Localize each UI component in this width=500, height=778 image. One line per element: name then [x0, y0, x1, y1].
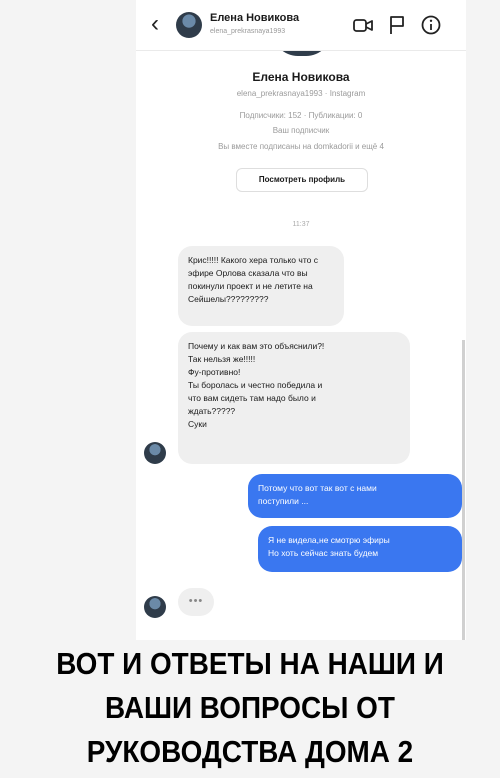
typing-indicator: ••• — [178, 588, 214, 616]
outgoing-message[interactable]: Я не видела,не смотрю эфиры Но хоть сейч… — [258, 526, 462, 572]
message-line: Но хоть сейчас знать будем — [268, 548, 379, 558]
message-line: что вам сидеть там надо было и — [188, 393, 316, 403]
incoming-message[interactable]: Крис!!!!! Какого хера только что с эфире… — [178, 246, 344, 326]
message-line: покинули проект и не летите на — [188, 281, 313, 291]
message-line: Сейшелы????????? — [188, 294, 269, 304]
profile-mutual: Вы вместе подписаны на domkadorii и ещё … — [218, 142, 384, 151]
message-line: Крис!!!!! Какого хера только что с — [188, 255, 318, 265]
message-line: Фу-противно! — [188, 367, 241, 377]
view-profile-button[interactable]: Посмотреть профиль — [236, 168, 368, 192]
incoming-message[interactable]: Почему и как вам это объяснили?! Так нел… — [178, 332, 410, 464]
message-line: эфире Орлова сказала что вы — [188, 268, 308, 278]
dm-screen: ‹ Елена Новикова elena_prekrasnaya1993 Е… — [136, 0, 466, 640]
caption-line: ВАШИ ВОПРОСЫ ОТ — [105, 690, 395, 725]
outgoing-message[interactable]: Потому что вот так вот с нами поступили … — [248, 474, 462, 518]
message-line: поступили ... — [258, 496, 309, 506]
message-timestamp: 11:37 — [292, 221, 310, 228]
chevron-left-icon[interactable]: ‹ — [146, 12, 164, 36]
chat-header: ‹ Елена Новикова elena_prekrasnaya1993 — [136, 0, 466, 51]
message-line: Ты боролась и честно победила и — [188, 380, 323, 390]
message-line: Я не видела,не смотрю эфиры — [268, 535, 390, 545]
header-name[interactable]: Елена Новикова — [210, 12, 299, 24]
header-username: elena_prekrasnaya1993 — [210, 28, 286, 35]
profile-name: Елена Новикова — [252, 70, 350, 84]
avatar[interactable] — [144, 442, 166, 464]
profile-stats: Подписчики: 152 · Публикации: 0 — [239, 111, 363, 120]
scrollbar[interactable] — [462, 340, 465, 640]
profile-handle: elena_prekrasnaya1993 · Instagram — [236, 89, 366, 98]
info-icon[interactable] — [420, 14, 442, 36]
profile-follow-status: Ваш подписчик — [272, 126, 330, 135]
caption-line: ВОТ И ОТВЕТЫ НА НАШИ И — [56, 646, 444, 681]
message-line: Суки — [188, 419, 207, 429]
caption-line: РУКОВОДСТВА ДОМА 2 — [86, 734, 414, 769]
message-line: ждать????? — [188, 406, 236, 416]
story-caption: ВОТ И ОТВЕТЫ НА НАШИ И ВАШИ ВОПРОСЫ ОТ Р… — [25, 642, 475, 774]
message-line: Так нельзя же!!!!! — [188, 354, 256, 364]
message-line: Почему и как вам это объяснили?! — [188, 341, 325, 351]
avatar[interactable] — [144, 596, 166, 618]
video-call-icon[interactable] — [352, 14, 374, 36]
flag-icon[interactable] — [386, 14, 408, 36]
avatar[interactable] — [176, 12, 202, 38]
message-line: Потому что вот так вот с нами — [258, 483, 377, 493]
